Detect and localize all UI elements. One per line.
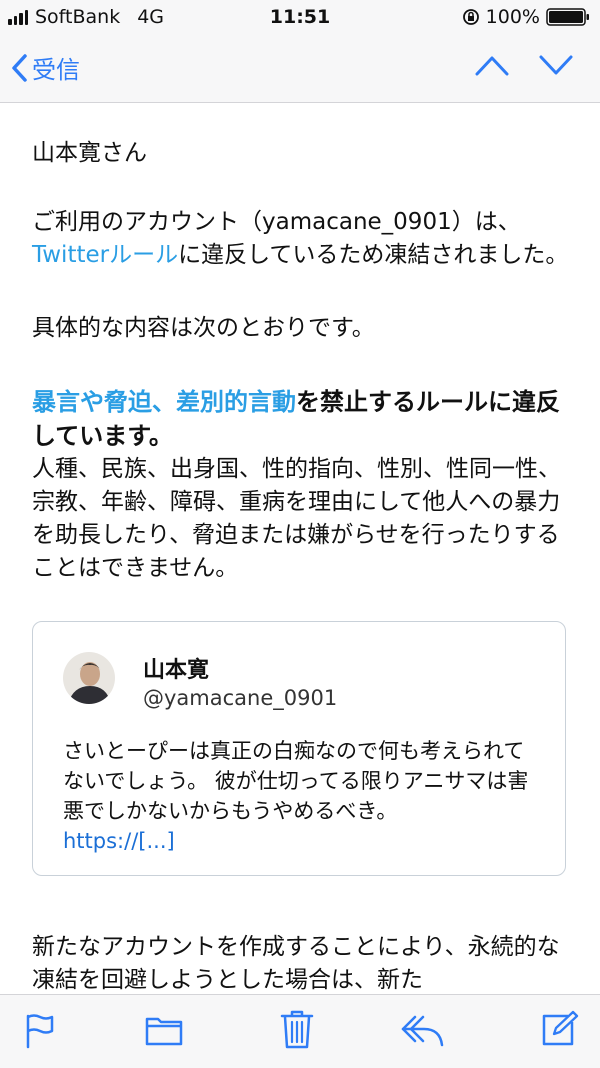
mail-nav-bar: 受信 xyxy=(0,34,600,103)
mail-toolbar xyxy=(0,994,600,1068)
tweet-author-handle: @yamacane_0901 xyxy=(143,686,338,710)
battery-icon xyxy=(546,8,589,26)
avatar xyxy=(63,652,115,704)
intro-text-before: ご利用のアカウント（yamacane_0901）は、 xyxy=(32,209,521,235)
mail-body: 山本寛さん ご利用のアカウント（yamacane_0901）は、 Twitterル… xyxy=(32,102,572,585)
tweet-text: さいとーぴーは真正の白痴なので何も考えられてないでしょう。 彼が仕切ってる限りア… xyxy=(63,736,543,856)
compose-icon[interactable] xyxy=(540,1010,580,1048)
tweet-author-name: 山本寛 xyxy=(143,658,210,683)
folder-icon[interactable] xyxy=(145,1013,183,1047)
twitter-rules-link[interactable]: Twitterルール xyxy=(32,242,178,268)
status-right: 100% xyxy=(462,6,590,28)
details-intro: 具体的な内容は次のとおりです。 xyxy=(32,315,375,341)
tweet-body: さいとーぴーは真正の白痴なので何も考えられてないでしょう。 彼が仕切ってる限りア… xyxy=(63,739,529,823)
orientation-lock-icon xyxy=(462,9,479,25)
rule-description: 人種、民族、出身国、性的指向、性別、性同一性、宗教、年齢、障碍、重病を理由にして… xyxy=(32,456,561,581)
status-bar: SoftBank 4G 11:51 100% xyxy=(0,0,600,34)
tweet-card[interactable]: 山本寛 @yamacane_0901 さいとーぴーは真正の白痴なので何も考えられ… xyxy=(32,621,566,876)
next-message-icon[interactable] xyxy=(538,52,574,78)
back-label: 受信 xyxy=(32,56,80,84)
intro-paragraph: ご利用のアカウント（yamacane_0901）は、 Twitterルールに違反し… xyxy=(32,206,572,272)
chevron-left-icon xyxy=(12,53,27,82)
rule-link[interactable]: 暴言や脅迫、差別的言動 xyxy=(32,388,296,416)
battery-label: 100% xyxy=(485,6,540,28)
intro-text-after: に違反しているため凍結されました。 xyxy=(178,242,569,268)
tweet-url[interactable]: https://[...] xyxy=(63,829,175,853)
greeting: 山本寛さん xyxy=(32,140,147,166)
footer-paragraph: 新たなアカウントを作成することにより、永続的な凍結を回避しようとした場合は、新た xyxy=(32,934,560,993)
rule-headline: 暴言や脅迫、差別的言動を禁止するルールに違反しています。 xyxy=(32,385,572,453)
flag-icon[interactable] xyxy=(24,1013,56,1049)
trash-icon[interactable] xyxy=(280,1009,314,1049)
reply-icon[interactable] xyxy=(400,1013,446,1047)
back-button[interactable]: 受信 xyxy=(10,50,80,85)
previous-message-icon[interactable] xyxy=(474,52,510,78)
